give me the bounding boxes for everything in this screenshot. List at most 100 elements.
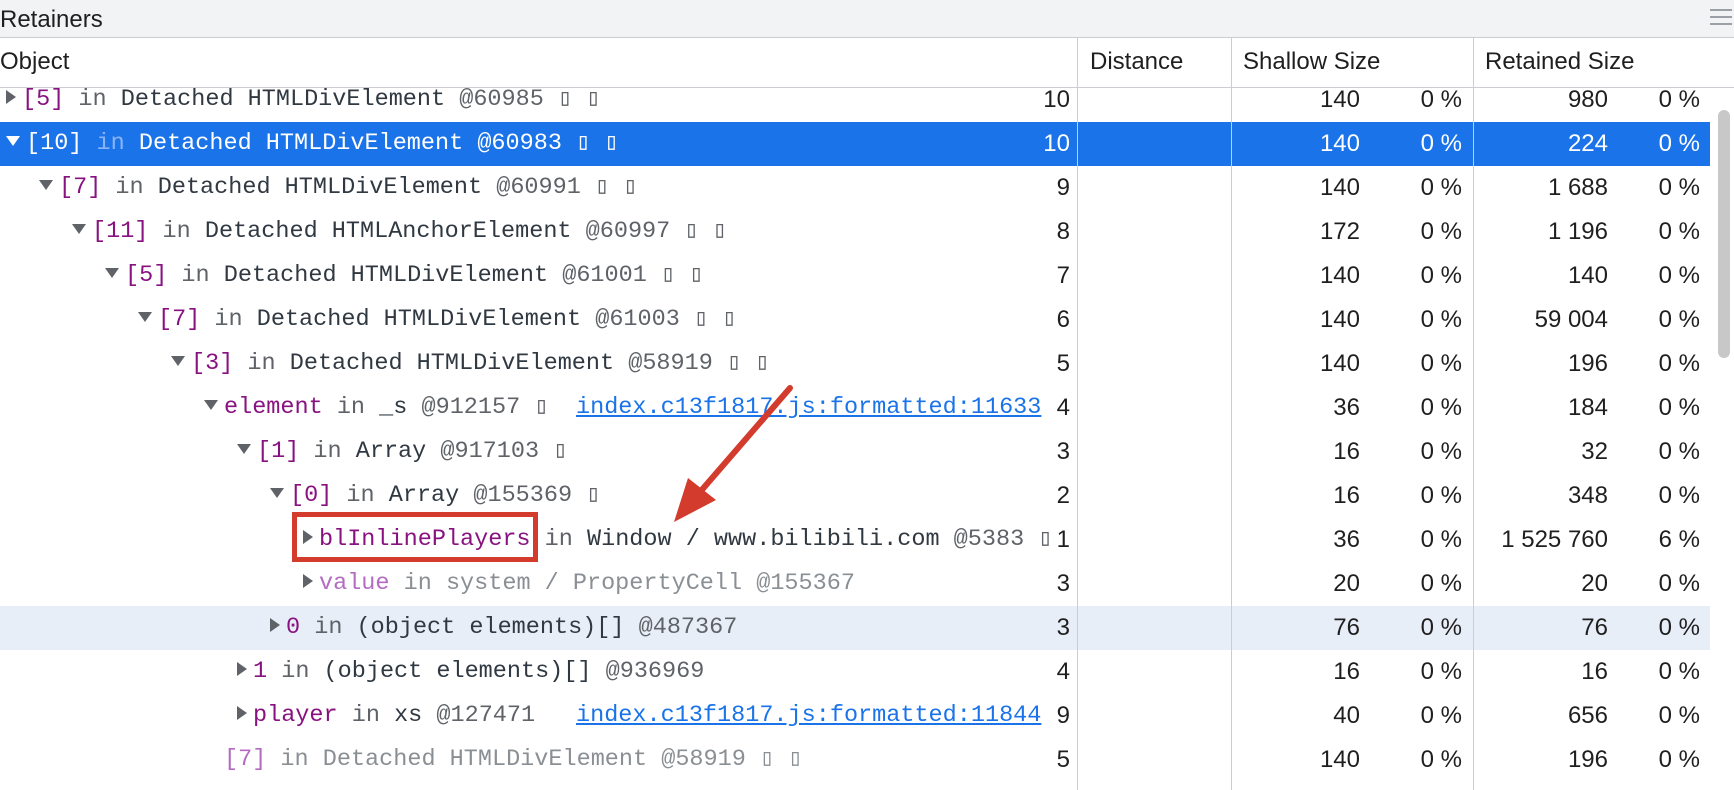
distance-value: 4 — [1056, 658, 1070, 685]
expand-down-icon[interactable] — [72, 223, 86, 234]
in-keyword: in — [314, 614, 343, 641]
object-id: @155367 — [756, 570, 855, 597]
tree-row[interactable]: [7] in Detached HTMLDivElement @58919 ▯ … — [0, 738, 1710, 782]
shallow-size-value: 140 — [1319, 86, 1360, 113]
shallow-size-percent: 0 % — [1420, 438, 1462, 465]
tree-row[interactable]: 0 in (object elements)[] @487367 3 76 0 % 76… — [0, 606, 1710, 650]
tree-row[interactable]: [10] in Detached HTMLDivElement @60983 ▯… — [0, 122, 1710, 166]
object-cell: [5] in Detached HTMLDivElement @61001 ▯ … — [0, 254, 1181, 298]
distance-value: 9 — [1056, 702, 1070, 729]
retainers-panel-header: Retainers — [0, 0, 1734, 38]
distance-value: 3 — [1056, 614, 1070, 641]
column-header-retained-size[interactable]: Retained Size — [1485, 48, 1634, 76]
expand-down-icon[interactable] — [138, 311, 152, 322]
in-keyword: in — [181, 262, 210, 289]
shallow-size-value: 16 — [1333, 658, 1360, 685]
object-class: Detached HTMLDivElement — [223, 262, 549, 289]
shallow-size-percent: 0 % — [1420, 130, 1462, 157]
property-name: [11] — [92, 218, 149, 245]
column-header-object[interactable]: Object — [0, 48, 69, 76]
expand-right-icon[interactable] — [303, 573, 313, 588]
object-class: system / PropertyCell — [445, 570, 743, 597]
column-divider[interactable] — [1077, 38, 1078, 790]
property-name: element — [224, 394, 323, 421]
object-id: @155369 — [473, 482, 573, 509]
distance-value: 2 — [1056, 482, 1070, 509]
retained-size-percent: 0 % — [1658, 306, 1700, 333]
shallow-size-value: 140 — [1319, 262, 1360, 289]
object-cell: [1] in Array @917103 ▯ — [0, 430, 1313, 474]
tree-row[interactable]: 1 in (object elements)[] @936969 4 16 0 % 16… — [0, 650, 1710, 694]
retained-size-percent: 0 % — [1658, 746, 1700, 773]
object-class: Detached HTMLAnchorElement — [204, 218, 572, 245]
object-id: @58919 — [661, 746, 746, 773]
tree-row[interactable]: player in xs @127471 index.c13f1817.js:fo… — [0, 694, 1710, 738]
scrollbar-thumb[interactable] — [1718, 110, 1730, 358]
expand-down-icon[interactable] — [237, 443, 251, 454]
shallow-size-value: 36 — [1333, 394, 1360, 421]
tree-row[interactable]: [7] in Detached HTMLDivElement @61003 ▯ … — [0, 298, 1710, 342]
annotation-highlight-box — [292, 512, 538, 562]
object-flag-icon: ▯ ▯ — [684, 218, 727, 245]
shallow-size-value: 140 — [1319, 306, 1360, 333]
column-divider[interactable] — [1231, 38, 1232, 790]
expand-down-icon[interactable] — [39, 179, 53, 190]
shallow-size-percent: 0 % — [1420, 482, 1462, 509]
object-class: Array — [355, 438, 427, 465]
shallow-size-percent: 0 % — [1420, 218, 1462, 245]
tree-row[interactable]: [1] in Array @917103 ▯ 3 16 0 % 32 0 % — [0, 430, 1710, 474]
retained-size-value: 1 525 760 — [1501, 526, 1608, 553]
expand-down-icon[interactable] — [105, 267, 119, 278]
object-flag-icon: ▯ — [553, 438, 568, 465]
menu-icon[interactable] — [1710, 6, 1732, 28]
column-divider[interactable] — [1473, 38, 1474, 790]
shallow-size-value: 76 — [1333, 614, 1360, 641]
shallow-size-percent: 0 % — [1420, 174, 1462, 201]
expand-right-icon[interactable] — [6, 89, 16, 104]
tree-row[interactable]: blInlinePlayers in Window / www.bilibili… — [0, 518, 1710, 562]
panel-title: Retainers — [0, 6, 103, 33]
retained-size-value: 980 — [1567, 86, 1608, 113]
expand-right-icon[interactable] — [270, 617, 280, 632]
object-id: @5383 — [953, 526, 1025, 553]
in-keyword: in — [115, 174, 144, 201]
shallow-size-percent: 0 % — [1420, 86, 1462, 113]
tree-row[interactable]: [11] in Detached HTMLAnchorElement @6099… — [0, 210, 1710, 254]
object-class: Detached HTMLDivElement — [289, 350, 615, 377]
distance-value: 7 — [1056, 262, 1070, 289]
retained-size-percent: 0 % — [1658, 86, 1700, 113]
expand-right-icon[interactable] — [237, 705, 247, 720]
distance-value: 5 — [1056, 746, 1070, 773]
tree-row[interactable]: element in _s @912157 ▯ index.c13f1817.js… — [0, 386, 1710, 430]
tree-row[interactable]: [5] in Detached HTMLDivElement @61001 ▯ … — [0, 254, 1710, 298]
shallow-size-value: 20 — [1333, 570, 1360, 597]
expand-down-icon[interactable] — [6, 135, 20, 146]
property-name: 1 — [253, 658, 268, 685]
expand-down-icon[interactable] — [171, 355, 185, 366]
object-class: Window / www.bilibili.com — [586, 526, 940, 553]
tree-row[interactable]: value in system / PropertyCell @155367 3 2… — [0, 562, 1710, 606]
expand-down-icon[interactable] — [270, 487, 284, 498]
column-header-distance[interactable]: Distance — [1090, 48, 1183, 76]
tree-row[interactable]: [5] in Detached HTMLDivElement @60985 ▯ … — [0, 78, 1710, 122]
shallow-size-percent: 0 % — [1420, 394, 1462, 421]
distance-value: 8 — [1056, 218, 1070, 245]
source-link[interactable]: index.c13f1817.js:formatted:11633 — [576, 386, 1041, 430]
expand-down-icon[interactable] — [204, 399, 218, 410]
distance-value: 10 — [1043, 130, 1070, 157]
shallow-size-value: 40 — [1333, 702, 1360, 729]
tree-row[interactable]: [7] in Detached HTMLDivElement @60991 ▯ … — [0, 166, 1710, 210]
distance-value: 5 — [1056, 350, 1070, 377]
property-name: value — [319, 570, 390, 597]
column-header-shallow-size[interactable]: Shallow Size — [1243, 48, 1380, 76]
tree-row[interactable]: [3] in Detached HTMLDivElement @58919 ▯ … — [0, 342, 1710, 386]
retained-size-percent: 0 % — [1658, 350, 1700, 377]
property-name: [7] — [59, 174, 102, 201]
retained-size-value: 76 — [1581, 614, 1608, 641]
retained-size-value: 32 — [1581, 438, 1608, 465]
expand-right-icon[interactable] — [237, 661, 247, 676]
tree-row[interactable]: [0] in Array @155369 ▯ 2 16 0 % 348 0 % — [0, 474, 1710, 518]
object-flag-icon: ▯ — [534, 394, 549, 421]
source-link[interactable]: index.c13f1817.js:formatted:11844 — [576, 694, 1041, 738]
property-name: [5] — [125, 262, 168, 289]
